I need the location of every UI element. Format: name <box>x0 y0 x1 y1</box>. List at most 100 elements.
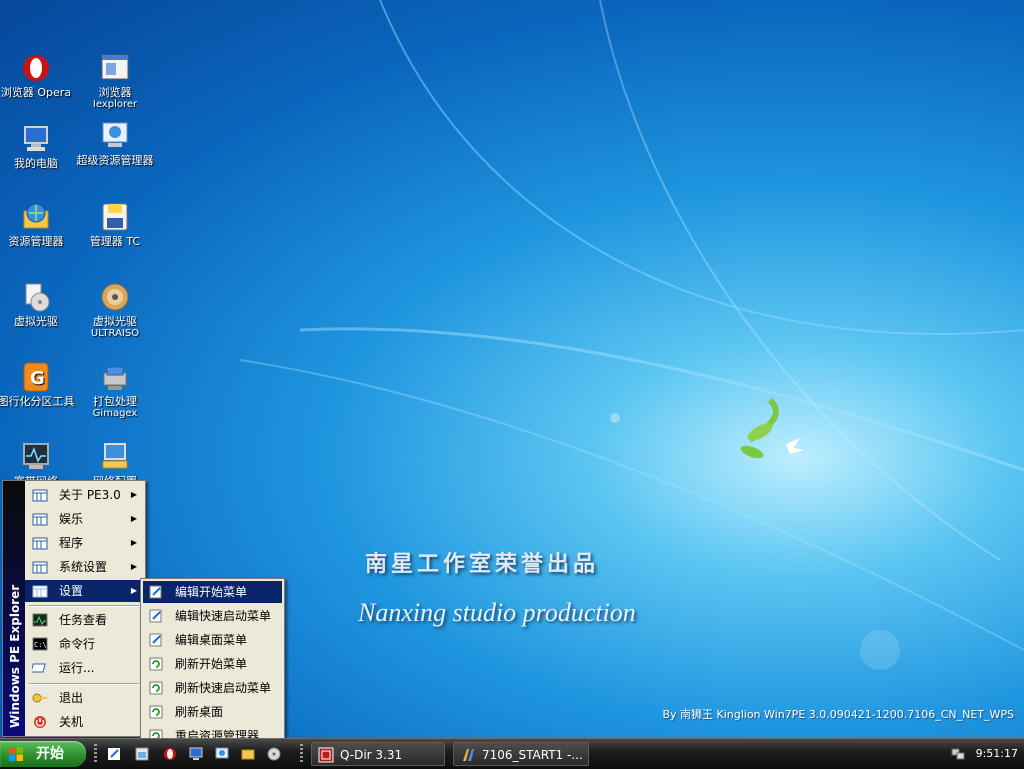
submenu-item-refresh-quicklaunch[interactable]: 刷新快速启动菜单 <box>143 677 282 699</box>
network-config-icon <box>99 441 131 473</box>
clock[interactable]: 9:51:17 <box>976 739 1018 769</box>
menu-item-task-view[interactable]: 任务查看 <box>25 609 143 631</box>
menu-item-programs[interactable]: 程序 ▶ <box>25 532 143 554</box>
submenu-item-label: 编辑开始菜单 <box>175 585 248 599</box>
start-button[interactable]: 开始 <box>0 741 86 767</box>
virtual-drive-icon <box>20 281 52 313</box>
menu-item-label: 运行... <box>59 661 95 675</box>
submenu-item-edit-start-menu[interactable]: 编辑开始菜单 <box>143 581 282 603</box>
desktop-icon-label: 打包处理 <box>93 395 137 408</box>
desktop-icon-sublabel: ULTRAISO <box>90 328 140 339</box>
folder-grid-icon <box>32 537 48 550</box>
menu-item-label: 任务查看 <box>59 613 108 627</box>
submenu-item-edit-desktop-menu[interactable]: 编辑桌面菜单 <box>143 629 282 651</box>
partition-tool-icon: G <box>20 361 52 393</box>
build-info-text: By 南狮王 Kinglion Win7PE 3.0.090421-1200.7… <box>662 708 1014 721</box>
menu-separator <box>29 605 139 607</box>
menu-separator <box>29 683 139 685</box>
quicklaunch-computer-icon[interactable] <box>188 746 204 762</box>
desktop-icon-label: 我的电脑 <box>14 157 58 170</box>
task-manager-icon <box>32 613 48 627</box>
desktop-icon-label: 管理器 TC <box>89 235 141 248</box>
menu-item-system-settings[interactable]: 系统设置 ▶ <box>25 556 143 578</box>
refresh-icon <box>149 657 163 671</box>
desktop-icon-resource-manager[interactable]: 资源管理器 <box>0 201 75 248</box>
desktop-icon-virtual-drive[interactable]: 虚拟光驱 <box>0 281 75 328</box>
desktop-icon-gimagex[interactable]: 打包处理 Gimagex <box>76 361 154 420</box>
toolbar-grip[interactable] <box>94 744 97 764</box>
folder-grid-icon <box>32 585 48 598</box>
desktop-icon-iexplorer[interactable]: 浏览器 Iexplorer <box>76 52 154 111</box>
menu-item-label: 设置 <box>59 584 84 598</box>
floppy-disk-icon <box>99 201 131 233</box>
quicklaunch-opera-icon[interactable] <box>162 746 178 762</box>
cd-disc-icon <box>99 281 131 313</box>
menu-item-entertainment[interactable]: 娱乐 ▶ <box>25 508 143 530</box>
start-button-label: 开始 <box>36 746 64 762</box>
task-button-label: 7106_START1 -... <box>482 748 583 762</box>
power-icon <box>34 716 46 728</box>
submenu-item-refresh-start-menu[interactable]: 刷新开始菜单 <box>143 653 282 675</box>
qdir-icon <box>318 747 334 763</box>
submenu-arrow-icon: ▶ <box>130 586 137 595</box>
network-monitor-icon <box>20 441 52 473</box>
menu-item-label: 命令行 <box>59 637 96 651</box>
menu-item-command-line[interactable]: C:\ 命令行 <box>25 633 143 655</box>
desktop-icon-partition-tool[interactable]: G 图行化分区工具 <box>0 361 75 408</box>
computer-icon <box>20 123 52 155</box>
submenu-arrow-icon: ▶ <box>130 538 137 547</box>
submenu-item-label: 刷新桌面 <box>175 705 224 719</box>
command-prompt-icon: C:\ <box>32 637 48 651</box>
task-button-label: Q-Dir 3.31 <box>340 748 403 762</box>
explorer-icon <box>99 120 131 152</box>
toolbar-grip[interactable] <box>300 744 303 764</box>
watermark-chinese: 南星工作室荣誉出品 <box>365 551 600 577</box>
desktop-icon-label: 超级资源管理器 <box>76 154 154 167</box>
menu-item-label: 关机 <box>59 715 84 729</box>
submenu-item-refresh-desktop[interactable]: 刷新桌面 <box>143 701 282 723</box>
start-script-icon <box>463 749 474 761</box>
edit-icon <box>149 609 162 623</box>
menu-item-settings[interactable]: 设置 ▶ <box>25 580 143 602</box>
desktop-icon-ultraiso[interactable]: 虚拟光驱 ULTRAISO <box>76 281 154 340</box>
network-tray-icon[interactable] <box>950 746 966 762</box>
menu-item-label: 系统设置 <box>59 560 108 574</box>
quicklaunch-disc-icon[interactable] <box>266 746 282 762</box>
menu-item-about[interactable]: 关于 PE3.0 ▶ <box>25 484 143 506</box>
menu-item-label: 程序 <box>59 536 84 550</box>
desktop-icon-my-computer[interactable]: 我的电脑 <box>0 123 75 170</box>
submenu-item-label: 编辑桌面菜单 <box>175 633 248 647</box>
submenu-item-edit-quicklaunch[interactable]: 编辑快速启动菜单 <box>143 605 282 627</box>
windows-flag-icon <box>9 747 23 761</box>
quicklaunch-edit-icon[interactable] <box>106 746 122 762</box>
desktop-icon-label: 虚拟光驱 <box>14 315 58 328</box>
quicklaunch-folder-icon[interactable] <box>240 746 256 762</box>
refresh-icon <box>149 681 163 695</box>
refresh-icon <box>149 705 163 719</box>
svg-text:C:\: C:\ <box>34 641 47 649</box>
desktop-icon-sublabel: Iexplorer <box>92 99 138 110</box>
folder-grid-icon <box>32 561 48 574</box>
run-icon <box>32 663 46 673</box>
task-button-start-script[interactable]: 7106_START1 -... <box>453 742 589 766</box>
opera-icon <box>20 52 52 84</box>
menu-item-shutdown[interactable]: 关机 <box>25 711 143 733</box>
submenu-arrow-icon: ▶ <box>130 490 137 499</box>
desktop-icon-label: 图行化分区工具 <box>0 395 75 408</box>
quicklaunch-image-icon[interactable] <box>134 746 150 762</box>
quicklaunch-explorer-icon[interactable] <box>214 746 230 762</box>
desktop-icon-label: 资源管理器 <box>8 235 64 248</box>
menu-item-run[interactable]: 运行... <box>25 657 143 679</box>
task-button-qdir[interactable]: Q-Dir 3.31 <box>311 742 445 766</box>
desktop-icon-total-commander[interactable]: 管理器 TC <box>76 201 154 248</box>
desktop-icon-label: 虚拟光驱 <box>93 315 137 328</box>
settings-submenu: 编辑开始菜单 编辑快速启动菜单 编辑桌面菜单 刷新开始菜单 刷新快速启动菜单 刷… <box>140 578 285 746</box>
submenu-arrow-icon: ▶ <box>130 562 137 571</box>
globe-folder-icon <box>20 201 52 233</box>
menu-item-exit[interactable]: 退出 <box>25 687 143 709</box>
desktop-icon-super-explorer[interactable]: 超级资源管理器 <box>76 120 154 167</box>
start-menu-banner: Windows PE Explorer <box>3 481 25 736</box>
menu-item-label: 退出 <box>59 691 84 705</box>
desktop-icon-opera[interactable]: 浏览器 Opera <box>0 52 75 99</box>
taskbar: 开始 Q-Dir 3.31 7106_START1 -... 9:51:17 <box>0 738 1024 769</box>
